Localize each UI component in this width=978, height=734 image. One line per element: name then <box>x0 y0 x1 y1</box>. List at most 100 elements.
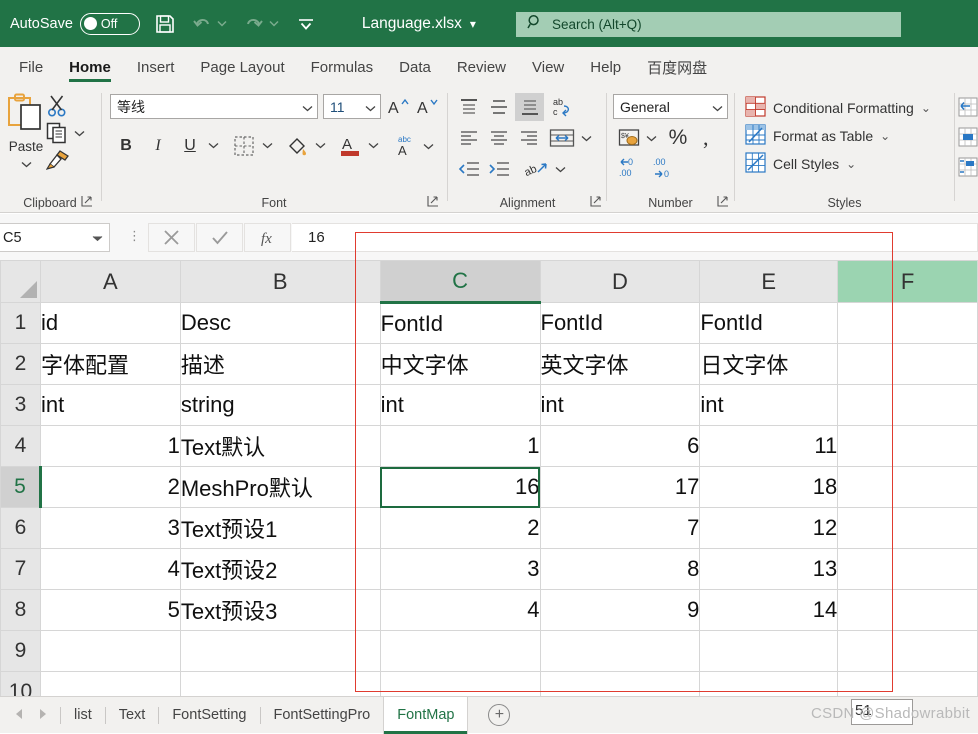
fill-color-dropdown-caret[interactable] <box>312 132 328 159</box>
row-header-8[interactable]: 8 <box>0 589 41 631</box>
cell-styles-caret-icon[interactable]: ⌄ <box>846 157 856 171</box>
cell-c4[interactable]: 1 <box>379 425 541 467</box>
cell-d8[interactable]: 9 <box>539 589 701 631</box>
tab-review[interactable]: Review <box>444 47 519 87</box>
font-color-icon[interactable]: A <box>335 132 365 159</box>
cell-c5[interactable]: 16 <box>379 466 541 508</box>
font-color-dropdown-caret[interactable] <box>365 132 381 159</box>
cell-e10[interactable] <box>699 671 839 696</box>
sheet-tab-text[interactable]: Text <box>106 697 159 734</box>
cell-e5[interactable]: 18 <box>699 466 839 508</box>
cell-b8[interactable]: Text预设3 <box>179 589 381 631</box>
align-center-icon[interactable] <box>485 125 513 151</box>
borders-dropdown-caret[interactable] <box>259 132 275 159</box>
next-sheet-icon[interactable] <box>38 708 48 723</box>
tab-home[interactable]: Home <box>56 47 124 87</box>
row-header-10[interactable]: 10 <box>0 671 41 696</box>
cell-styles-button[interactable]: Cell Styles ⌄ <box>745 151 856 177</box>
cell-e7[interactable]: 13 <box>699 548 839 590</box>
cell-b9[interactable] <box>179 630 381 672</box>
cell-b2[interactable]: 描述 <box>179 343 381 385</box>
cell-c3[interactable]: int <box>379 384 541 426</box>
shrink-font-icon[interactable]: A <box>414 94 441 119</box>
cell-b6[interactable]: Text预设1 <box>179 507 381 549</box>
cell-f5[interactable] <box>837 466 978 508</box>
cell-c9[interactable] <box>379 630 541 672</box>
undo-dropdown-caret[interactable] <box>216 20 229 27</box>
number-dialog-launcher-icon[interactable] <box>716 194 730 208</box>
row-header-4[interactable]: 4 <box>0 425 41 467</box>
percent-style-button[interactable]: % <box>665 125 691 151</box>
cell-c2[interactable]: 中文字体 <box>379 343 541 385</box>
align-bottom-icon[interactable] <box>515 93 544 121</box>
accounting-format-icon[interactable]: $¥ <box>615 125 643 151</box>
formula-bar-grip[interactable]: ⋮ <box>128 228 141 244</box>
cell-d6[interactable]: 7 <box>539 507 701 549</box>
borders-icon[interactable] <box>229 132 259 159</box>
cell-a6[interactable]: 3 <box>39 507 181 549</box>
tab-baidu-netdisk[interactable]: 百度网盘 <box>634 47 720 87</box>
cell-b3[interactable]: string <box>179 384 381 426</box>
format-painter-button[interactable] <box>42 147 74 173</box>
column-header-e[interactable]: E <box>699 260 839 303</box>
row-header-9[interactable]: 9 <box>0 630 41 672</box>
row-header-1[interactable]: 1 <box>0 302 41 344</box>
cell-f8[interactable] <box>837 589 978 631</box>
text-orientation-icon[interactable]: ab <box>521 155 551 183</box>
font-name-caret-icon[interactable] <box>302 99 313 115</box>
name-box-caret-icon[interactable] <box>92 230 103 246</box>
conditional-formatting-caret-icon[interactable]: ⌄ <box>921 101 931 115</box>
cell-a1[interactable]: id <box>39 302 181 344</box>
conditional-formatting-button[interactable]: Conditional Formatting ⌄ <box>745 95 931 121</box>
cell-a4[interactable]: 1 <box>39 425 181 467</box>
cell-f10[interactable] <box>837 671 978 696</box>
wrap-text-icon[interactable]: ab c <box>549 94 581 120</box>
row-header-7[interactable]: 7 <box>0 548 41 590</box>
cell-a8[interactable]: 5 <box>39 589 181 631</box>
cell-f1[interactable] <box>837 302 978 344</box>
bold-button[interactable]: B <box>112 132 140 159</box>
number-format-select[interactable]: General <box>613 94 728 119</box>
sheet-nav-arrows[interactable] <box>0 708 60 723</box>
row-header-6[interactable]: 6 <box>0 507 41 549</box>
column-header-f[interactable]: F <box>837 260 978 303</box>
format-cells-icon[interactable] <box>957 155 978 179</box>
undo-icon[interactable] <box>190 12 214 36</box>
delete-cells-icon[interactable] <box>957 125 978 149</box>
font-dialog-launcher-icon[interactable] <box>426 194 440 208</box>
accounting-dropdown-caret[interactable] <box>644 125 659 151</box>
insert-cells-icon[interactable] <box>957 95 978 119</box>
tab-formulas[interactable]: Formulas <box>298 47 387 87</box>
cell-c1[interactable]: FontId <box>379 302 541 344</box>
cell-b4[interactable]: Text默认 <box>179 425 381 467</box>
cell-f3[interactable] <box>837 384 978 426</box>
cell-d4[interactable]: 6 <box>539 425 701 467</box>
column-header-a[interactable]: A <box>39 260 181 303</box>
cell-b5[interactable]: MeshPro默认 <box>179 466 381 508</box>
cell-d10[interactable] <box>539 671 701 696</box>
cell-d1[interactable]: FontId <box>539 302 701 344</box>
sheet-tab-list[interactable]: list <box>61 697 105 734</box>
comma-style-button[interactable]: , <box>695 125 721 151</box>
cell-e2[interactable]: 日文字体 <box>699 343 839 385</box>
redo-icon[interactable] <box>242 12 266 36</box>
merge-dropdown-caret[interactable] <box>578 125 594 151</box>
cell-e1[interactable]: FontId <box>699 302 839 344</box>
row-header-5[interactable]: 5 <box>0 466 42 508</box>
cell-d9[interactable] <box>539 630 701 672</box>
copy-button[interactable] <box>42 120 72 146</box>
decrease-indent-icon[interactable] <box>455 156 483 182</box>
align-top-icon[interactable] <box>455 94 483 120</box>
cell-d2[interactable]: 英文字体 <box>539 343 701 385</box>
redo-dropdown-caret[interactable] <box>268 20 281 27</box>
increase-decimal-icon[interactable]: .00 0 <box>649 153 681 181</box>
cell-a10[interactable] <box>39 671 181 696</box>
sheet-tab-fontsettingpro[interactable]: FontSettingPro <box>261 697 384 734</box>
column-header-d[interactable]: D <box>539 260 701 303</box>
cell-f2[interactable] <box>837 343 978 385</box>
cell-c7[interactable]: 3 <box>379 548 541 590</box>
autosave-toggle[interactable]: Off <box>79 12 140 35</box>
add-sheet-button[interactable]: + <box>488 704 511 726</box>
row-header-2[interactable]: 2 <box>0 343 41 385</box>
cell-e9[interactable] <box>699 630 839 672</box>
